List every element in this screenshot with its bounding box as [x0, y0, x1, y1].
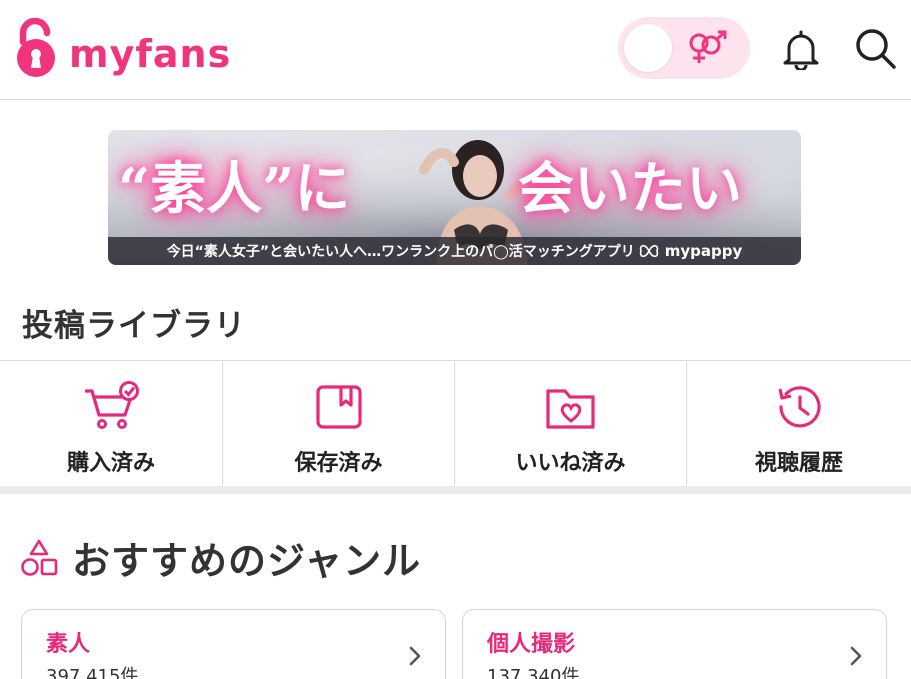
bell-icon[interactable]	[781, 28, 821, 70]
library-item-label: いいね済み	[515, 451, 626, 476]
gender-toggle[interactable]	[618, 17, 750, 79]
library-item-history[interactable]: 視聴履歴	[687, 361, 911, 487]
genre-count: 397,415件	[46, 666, 139, 679]
banner-tagline-strip: 今日“素人女子”と会いたい人へ…ワンランク上のパ◯活マッチングアプリ mypap…	[108, 237, 801, 265]
page: myfans “素人”に 会いたい 今日“素人女子”と会いたい人へ…ワンランク上…	[0, 0, 911, 679]
banner-tagline: 今日“素人女子”と会いたい人へ…ワンランク上のパ◯活マッチングアプリ	[166, 244, 635, 260]
cart-check-icon	[85, 381, 139, 429]
genre-count: 137,340件	[487, 666, 580, 679]
genre-name: 素人	[46, 632, 91, 657]
section-divider	[0, 486, 911, 494]
genre-title: おすすめのジャンル	[72, 539, 422, 583]
library-item-label: 保存済み	[294, 451, 383, 476]
library-item-purchased[interactable]: 購入済み	[0, 361, 223, 487]
genre-name: 個人撮影	[487, 632, 576, 657]
top-header: myfans	[0, 0, 911, 100]
banner-headline-right: 会いたい	[518, 156, 742, 222]
banner-headline-left: “素人”に	[118, 156, 351, 222]
genre-card[interactable]: 個人撮影 137,340件	[462, 609, 887, 679]
library-grid: 購入済み 保存済み いいね済み 視聴履歴	[0, 360, 911, 487]
gender-icon	[689, 30, 727, 63]
banner-brand: mypappy	[664, 242, 743, 260]
toggle-knob[interactable]	[624, 24, 672, 72]
library-item-label: 購入済み	[66, 451, 155, 476]
genre-header: おすすめのジャンル	[20, 530, 421, 585]
logo[interactable]: myfans	[12, 16, 231, 78]
genre-card[interactable]: 素人 397,415件	[21, 609, 446, 679]
library-item-saved[interactable]: 保存済み	[223, 361, 455, 487]
heart-folder-icon	[545, 389, 595, 429]
shapes-icon	[21, 539, 58, 576]
ad-banner[interactable]: “素人”に 会いたい 今日“素人女子”と会いたい人へ…ワンランク上のパ◯活マッチ…	[108, 130, 801, 265]
butterfly-icon	[639, 244, 658, 258]
chevron-right-icon	[850, 646, 862, 666]
chevron-right-icon	[409, 646, 421, 666]
search-icon[interactable]	[855, 28, 897, 70]
history-icon	[778, 386, 821, 428]
bookmark-icon	[315, 385, 362, 429]
logo-text: myfans	[69, 32, 232, 76]
lock-logo-icon	[17, 17, 55, 77]
library-title: 投稿ライブラリ	[22, 308, 246, 344]
library-item-liked[interactable]: いいね済み	[455, 361, 687, 487]
library-item-label: 視聴履歴	[754, 451, 843, 476]
